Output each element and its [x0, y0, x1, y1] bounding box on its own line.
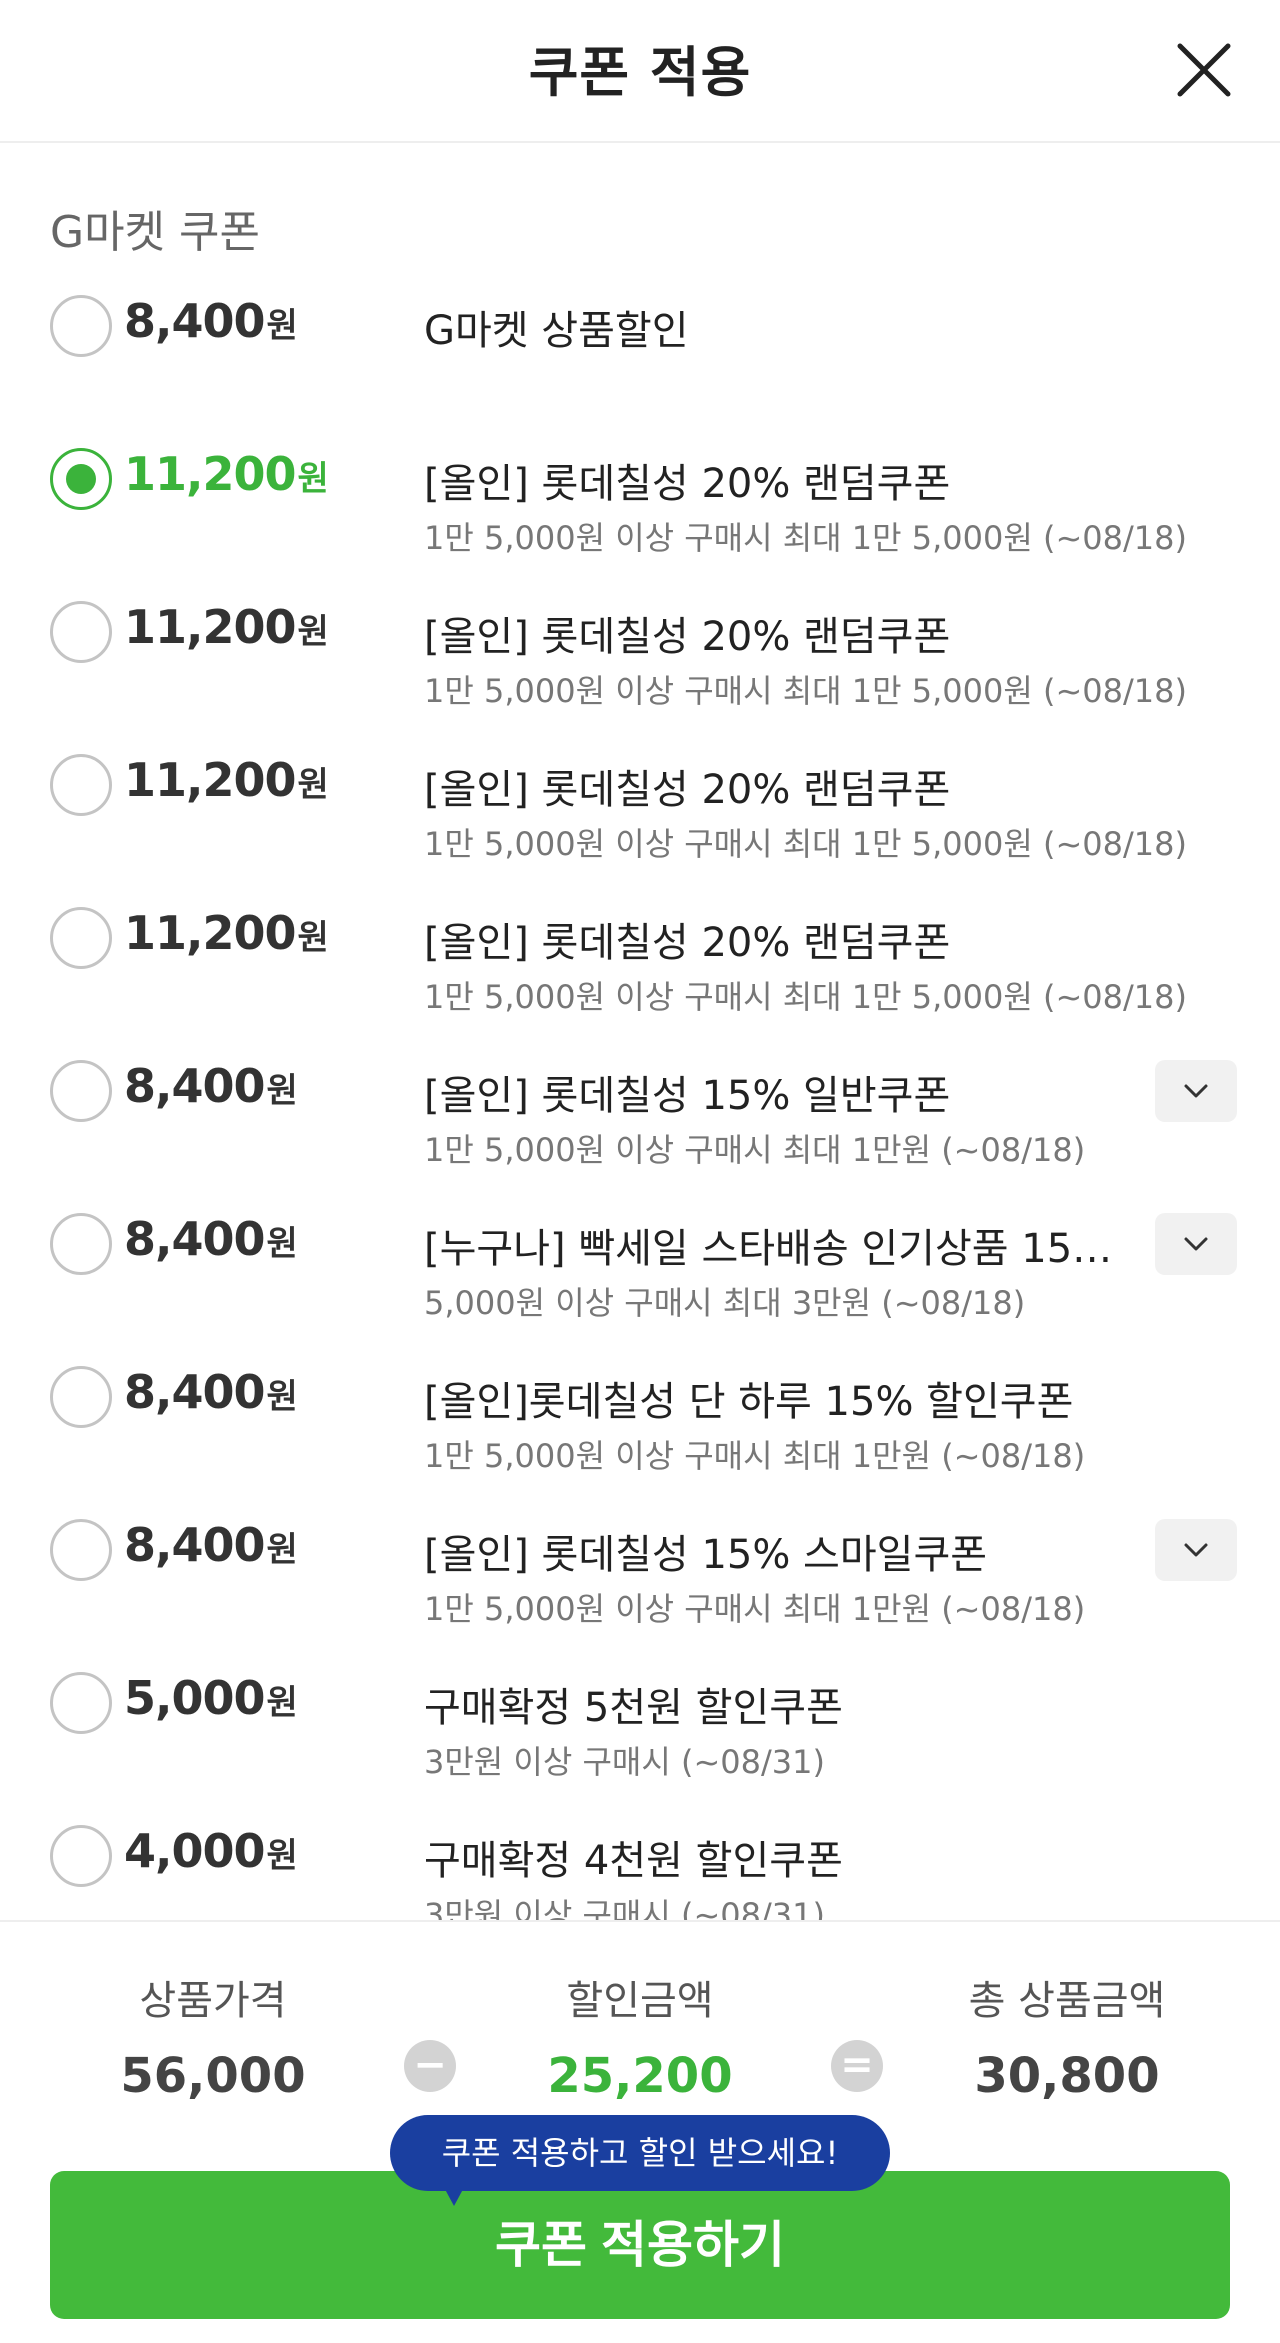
coupon-name: 구매확정 4천원 할인쿠폰: [424, 1838, 843, 1884]
coupon-row[interactable]: 8,400원 [올인] 롯데칠성 15% 스마일쿠폰 1만 5,000원 이상 구매…: [0, 1504, 1280, 1654]
coupon-expand-button[interactable]: [1155, 1519, 1237, 1581]
coupon-name: [올인] 롯데칠성 20% 랜덤쿠폰: [424, 461, 951, 507]
coupon-name: [올인] 롯데칠성 20% 랜덤쿠폰: [424, 614, 951, 660]
coupon-row[interactable]: 11,200원 [올인] 롯데칠성 20% 랜덤쿠폰 1만 5,000원 이상 구매…: [0, 586, 1280, 736]
coupon-condition: 1만 5,000원 이상 구매시 최대 1만 5,000원 (~08/18): [424, 672, 1187, 710]
coupon-name: G마켓 상품할인: [424, 308, 689, 354]
coupon-amount: 8,400원: [124, 294, 298, 348]
chevron-down-icon: [1184, 1084, 1208, 1098]
coupon-amount-value: 8,400: [124, 294, 266, 348]
coupon-condition: 1만 5,000원 이상 구매시 최대 1만원 (~08/18): [424, 1437, 1086, 1475]
page-title: 쿠폰 적용: [528, 41, 752, 104]
price-column: 상품가격 56,000: [53, 1968, 373, 2104]
coupon-condition: 1만 5,000원 이상 구매시 최대 1만원 (~08/18): [424, 1131, 1086, 1169]
section-title: G마켓 쿠폰: [50, 207, 261, 258]
minus-icon: −: [404, 2040, 456, 2092]
coupon-amount: 11,200원: [124, 906, 329, 960]
coupon-row[interactable]: 11,200원 [올인] 롯데칠성 20% 랜덤쿠폰 1만 5,000원 이상 구매…: [0, 892, 1280, 1042]
coupon-name: [올인] 롯데칠성 20% 랜덤쿠폰: [424, 767, 951, 813]
coupon-amount-value: 11,200: [124, 600, 297, 654]
coupon-amount-unit: 원: [266, 306, 298, 346]
coupon-amount-value: 11,200: [124, 753, 297, 807]
discount-label: 할인금액: [566, 1978, 714, 2024]
coupon-name: [누구나] 빡세일 스타배송 인기상품 15% ...: [424, 1226, 1144, 1272]
total-value: 30,800: [974, 2048, 1160, 2104]
discount-column: 할인금액 25,200: [480, 1968, 800, 2104]
coupon-radio[interactable]: [50, 448, 112, 510]
coupon-name: [올인] 롯데칠성 15% 일반쿠폰: [424, 1073, 951, 1119]
coupon-condition: 1만 5,000원 이상 구매시 최대 1만원 (~08/18): [424, 1590, 1086, 1628]
coupon-amount: 8,400원: [124, 1518, 298, 1572]
coupon-amount: 11,200원: [124, 447, 329, 501]
chevron-down-icon: [1184, 1237, 1208, 1251]
coupon-condition: 3만원 이상 구매시 (~08/31): [424, 1743, 825, 1781]
coupon-amount: 4,000원: [124, 1824, 298, 1878]
coupon-row[interactable]: 8,400원 G마켓 상품할인: [0, 280, 1280, 430]
coupon-radio[interactable]: [50, 1366, 112, 1428]
coupon-condition: 1만 5,000원 이상 구매시 최대 1만 5,000원 (~08/18): [424, 519, 1187, 557]
coupon-amount-unit: 원: [297, 765, 329, 805]
price-label: 상품가격: [139, 1978, 287, 2024]
coupon-amount: 8,400원: [124, 1365, 298, 1419]
coupon-radio[interactable]: [50, 1060, 112, 1122]
coupon-row[interactable]: 8,400원 [올인]롯데칠성 단 하루 15% 할인쿠폰 1만 5,000원 이상…: [0, 1351, 1280, 1501]
coupon-row[interactable]: 11,200원 [올인] 롯데칠성 20% 랜덤쿠폰 1만 5,000원 이상 구매…: [0, 433, 1280, 583]
coupon-amount-unit: 원: [266, 1071, 298, 1111]
coupon-amount-unit: 원: [297, 918, 329, 958]
coupon-expand-button[interactable]: [1155, 1213, 1237, 1275]
close-icon: [1177, 43, 1231, 97]
coupon-condition: 1만 5,000원 이상 구매시 최대 1만 5,000원 (~08/18): [424, 825, 1187, 863]
coupon-amount-value: 8,400: [124, 1518, 266, 1572]
apply-coupon-button[interactable]: 쿠폰 적용하기: [50, 2171, 1230, 2319]
discount-value: 25,200: [547, 2048, 733, 2104]
coupon-radio[interactable]: [50, 754, 112, 816]
coupon-amount-value: 11,200: [124, 447, 297, 501]
coupon-row[interactable]: 8,400원 [올인] 롯데칠성 15% 일반쿠폰 1만 5,000원 이상 구매시…: [0, 1045, 1280, 1195]
coupon-radio[interactable]: [50, 601, 112, 663]
coupon-amount-unit: 원: [297, 459, 329, 499]
coupon-radio[interactable]: [50, 907, 112, 969]
coupon-amount-unit: 원: [266, 1377, 298, 1417]
coupon-radio[interactable]: [50, 1672, 112, 1734]
coupon-name: [올인] 롯데칠성 20% 랜덤쿠폰: [424, 920, 951, 966]
coupon-amount-unit: 원: [266, 1224, 298, 1264]
close-button[interactable]: [1170, 36, 1238, 104]
coupon-radio[interactable]: [50, 1519, 112, 1581]
coupon-radio[interactable]: [50, 1213, 112, 1275]
coupon-amount-value: 8,400: [124, 1212, 266, 1266]
equals-icon: =: [831, 2040, 883, 2092]
coupon-expand-button[interactable]: [1155, 1060, 1237, 1122]
coupon-amount-unit: 원: [266, 1530, 298, 1570]
coupon-name: 구매확정 5천원 할인쿠폰: [424, 1685, 843, 1731]
coupon-amount-value: 8,400: [124, 1059, 266, 1113]
coupon-amount: 8,400원: [124, 1059, 298, 1113]
coupon-amount-value: 11,200: [124, 906, 297, 960]
coupon-condition: 5,000원 이상 구매시 최대 3만원 (~08/18): [424, 1284, 1026, 1322]
coupon-amount-value: 8,400: [124, 1365, 266, 1419]
promo-tooltip: 쿠폰 적용하고 할인 받으세요!: [390, 2115, 890, 2191]
coupon-amount-unit: 원: [266, 1683, 298, 1723]
coupon-amount: 5,000원: [124, 1671, 298, 1725]
coupon-radio[interactable]: [50, 1825, 112, 1887]
coupon-condition: 1만 5,000원 이상 구매시 최대 1만 5,000원 (~08/18): [424, 978, 1187, 1016]
total-column: 총 상품금액 30,800: [907, 1968, 1227, 2104]
coupon-row[interactable]: 11,200원 [올인] 롯데칠성 20% 랜덤쿠폰 1만 5,000원 이상 구매…: [0, 739, 1280, 889]
coupon-name: [올인]롯데칠성 단 하루 15% 할인쿠폰: [424, 1379, 1074, 1425]
coupon-amount-unit: 원: [297, 612, 329, 652]
coupon-amount-unit: 원: [266, 1836, 298, 1876]
coupon-row[interactable]: 5,000원 구매확정 5천원 할인쿠폰 3만원 이상 구매시 (~08/31): [0, 1657, 1280, 1807]
coupon-row[interactable]: 8,400원 [누구나] 빡세일 스타배송 인기상품 15% ... 5,000원 …: [0, 1198, 1280, 1348]
coupon-amount-value: 4,000: [124, 1824, 266, 1878]
coupon-name: [올인] 롯데칠성 15% 스마일쿠폰: [424, 1532, 988, 1578]
total-label: 총 상품금액: [968, 1978, 1166, 2024]
coupon-amount-value: 5,000: [124, 1671, 266, 1725]
coupon-amount: 11,200원: [124, 753, 329, 807]
modal-header: 쿠폰 적용: [0, 0, 1280, 143]
coupon-amount: 8,400원: [124, 1212, 298, 1266]
coupon-amount: 11,200원: [124, 600, 329, 654]
price-value: 56,000: [120, 2048, 306, 2104]
coupon-radio[interactable]: [50, 295, 112, 357]
chevron-down-icon: [1184, 1543, 1208, 1557]
